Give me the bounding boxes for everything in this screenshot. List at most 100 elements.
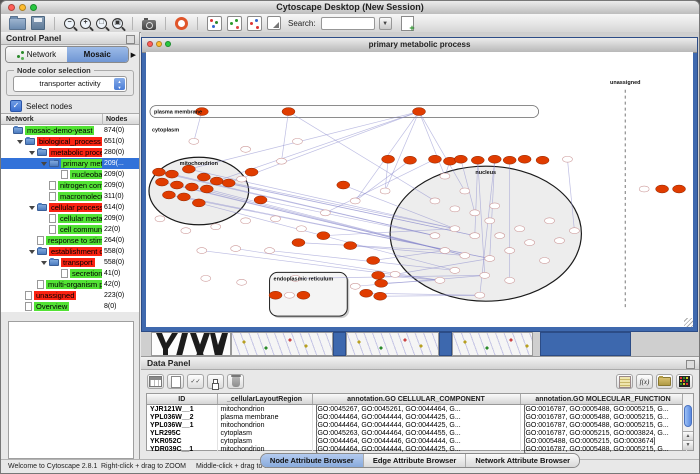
table-cell[interactable]: [GO:0016787, GO:0005488, GO:0005215, G..… xyxy=(520,445,686,453)
network-node[interactable] xyxy=(197,173,210,181)
formula-builder-icon[interactable]: f(x) xyxy=(636,374,653,389)
network-node[interactable] xyxy=(536,156,549,164)
tree-row[interactable]: secretion41(0) xyxy=(1,268,139,279)
network-node[interactable] xyxy=(525,240,535,246)
network-node[interactable] xyxy=(282,108,295,116)
select-nodes-checkbox[interactable]: ✓ xyxy=(10,100,22,112)
zoom-button[interactable] xyxy=(30,4,37,11)
network-node[interactable] xyxy=(237,176,247,182)
network-node[interactable] xyxy=(485,256,495,262)
network-node[interactable] xyxy=(518,155,531,163)
network-node[interactable] xyxy=(360,289,373,297)
network-node[interactable] xyxy=(450,206,460,212)
table-cell[interactable]: [GO:0016787, GO:0005488, GO:0005215, G..… xyxy=(520,421,686,429)
background-window-thumbnail[interactable] xyxy=(231,332,333,356)
disclosure-triangle-icon[interactable] xyxy=(29,151,35,155)
tree-row[interactable]: response to stimulu264(0) xyxy=(1,235,139,246)
background-window-zoomed-labels[interactable] xyxy=(151,332,231,356)
table-cell[interactable]: YJR121W__1 xyxy=(147,405,217,414)
table-row[interactable]: YKR052Ccytoplasm[GO:0044464, GO:0044446,… xyxy=(147,437,686,445)
network-node[interactable] xyxy=(450,267,460,273)
table-cell[interactable]: [GO:0044464, GO:0044444, GO:0044425, G..… xyxy=(312,421,520,429)
network-node[interactable] xyxy=(505,248,515,254)
column-network[interactable]: Network xyxy=(6,116,34,123)
zoom-in-icon[interactable]: + xyxy=(80,18,91,29)
tab-overflow-arrow[interactable]: ▶ xyxy=(131,51,136,59)
scroll-down-arrow[interactable]: ▼ xyxy=(683,440,693,450)
network-node[interactable] xyxy=(470,210,480,216)
scrollbar-thumb[interactable] xyxy=(684,405,692,427)
network-node[interactable] xyxy=(344,242,357,250)
network-node[interactable] xyxy=(435,277,445,283)
background-window-thumbnail[interactable] xyxy=(346,332,439,356)
network-node[interactable] xyxy=(337,181,350,189)
network-node[interactable] xyxy=(569,228,579,234)
tree-row[interactable]: unassigned223(0) xyxy=(1,290,139,301)
network-node[interactable] xyxy=(485,218,495,224)
import-attributes-icon[interactable] xyxy=(247,16,262,31)
close-button[interactable] xyxy=(8,4,15,11)
network-node[interactable] xyxy=(210,177,223,185)
network-node[interactable] xyxy=(450,226,460,232)
minimize-button[interactable] xyxy=(156,41,162,47)
table-row[interactable]: YJR121W__1mitochondrion[GO:0045267, GO:0… xyxy=(147,405,686,414)
network-node[interactable] xyxy=(540,258,550,264)
network-node[interactable] xyxy=(480,272,490,278)
table-cell[interactable]: YPL036W__1 xyxy=(147,421,217,429)
select-attributes-icon[interactable]: ✓✓ xyxy=(187,374,204,389)
tab-node-attribute-browser[interactable]: Node Attribute Browser xyxy=(261,454,363,467)
import-attributes-icon[interactable] xyxy=(656,374,673,389)
network-node[interactable] xyxy=(197,248,207,254)
network-node[interactable] xyxy=(470,233,480,239)
network-node[interactable] xyxy=(374,292,387,300)
network-node[interactable] xyxy=(177,193,190,201)
new-attribute-icon[interactable] xyxy=(167,374,184,389)
zoom-button[interactable] xyxy=(165,41,171,47)
network-node[interactable] xyxy=(317,232,330,240)
table-cell[interactable]: mitochondrion xyxy=(217,445,312,453)
unselect-attributes-icon[interactable] xyxy=(207,374,224,389)
network-node[interactable] xyxy=(460,253,470,259)
resize-grip[interactable] xyxy=(684,318,693,327)
panel-float-icon[interactable] xyxy=(126,35,135,44)
tree-row[interactable]: mosaic-demo-yeast874(0) xyxy=(1,125,139,136)
network-node[interactable] xyxy=(430,233,440,239)
tab-network[interactable]: Network xyxy=(6,47,67,62)
table-cell[interactable]: [GO:0044464, GO:0044446, GO:0044444, G..… xyxy=(312,437,520,445)
snapshot-icon[interactable] xyxy=(142,20,156,30)
disclosure-triangle-icon[interactable] xyxy=(29,250,35,254)
search-dropdown-arrow[interactable]: ▼ xyxy=(379,17,392,30)
attribute-matrix-icon[interactable] xyxy=(676,374,693,389)
attribute-table-icon[interactable] xyxy=(147,374,164,389)
tree-row[interactable]: macromolecule311(0) xyxy=(1,191,139,202)
table-row[interactable]: YDR039C__1mitochondrion[GO:0044464, GO:0… xyxy=(147,445,686,453)
tab-mosaic[interactable]: Mosaic xyxy=(67,47,128,62)
table-row[interactable]: YPL036W__1mitochondrion[GO:0044464, GO:0… xyxy=(147,421,686,429)
table-cell[interactable]: mitochondrion xyxy=(217,421,312,429)
network-node[interactable] xyxy=(231,246,241,252)
tree-row[interactable]: nucleobase-co209(0) xyxy=(1,169,139,180)
network-node[interactable] xyxy=(404,156,417,164)
network-node[interactable] xyxy=(292,239,305,247)
table-row[interactable]: YLR295Ccytoplasm[GO:0045263, GO:0044464,… xyxy=(147,429,686,437)
network-node[interactable] xyxy=(350,283,360,289)
search-input[interactable] xyxy=(321,17,375,30)
network-node[interactable] xyxy=(430,198,440,204)
import-network-icon[interactable] xyxy=(227,16,242,31)
column-header[interactable]: annotation.GO CELLULAR_COMPONENT xyxy=(312,394,520,405)
tree-row[interactable]: transport558(0) xyxy=(1,257,139,268)
background-window-frame[interactable] xyxy=(333,332,346,356)
delete-attribute-icon[interactable] xyxy=(227,374,244,389)
tree-row[interactable]: primary metaboli209(... xyxy=(1,158,139,169)
network-node[interactable] xyxy=(155,178,168,186)
tree-row[interactable]: establishment of lo558(0) xyxy=(1,246,139,257)
network-node[interactable] xyxy=(155,216,165,222)
tree-row[interactable]: cellular process614(0) xyxy=(1,202,139,213)
zoom-fit-icon[interactable]: ▣ xyxy=(112,18,123,29)
table-cell[interactable]: [GO:0044464, GO:0044444, GO:0044425, G..… xyxy=(312,413,520,421)
network-node[interactable] xyxy=(320,210,330,216)
network-node[interactable] xyxy=(495,233,505,239)
network-node[interactable] xyxy=(189,138,199,144)
network-node[interactable] xyxy=(254,196,267,204)
network-node[interactable] xyxy=(241,146,251,152)
